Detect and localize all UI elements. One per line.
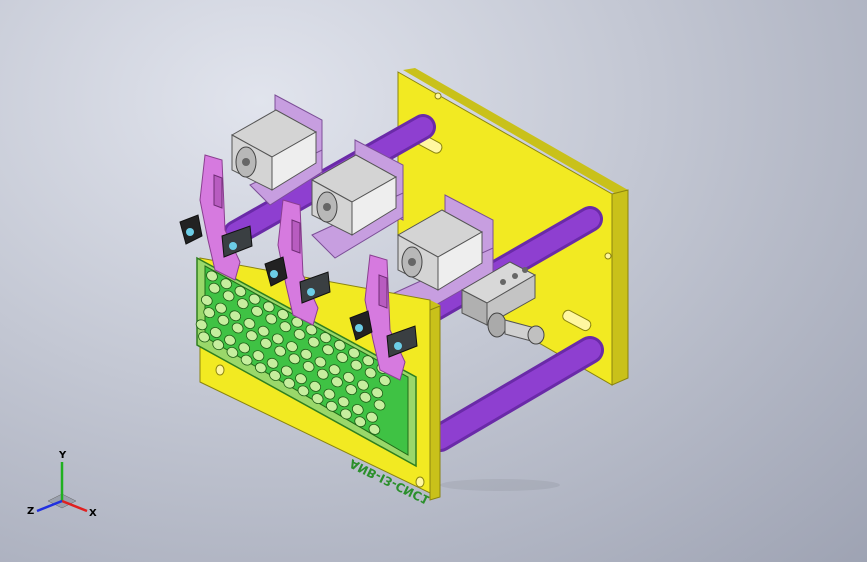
- triad-y-label: Y: [58, 450, 67, 461]
- triad-x-label: X: [89, 508, 97, 519]
- triad-z-label: Z: [27, 506, 34, 517]
- ground-shadow: [440, 479, 560, 491]
- motor-unit-2: [310, 139, 404, 259]
- cad-viewport[interactable]: ANB-I3-CNC1 Y X Z: [0, 0, 867, 562]
- fixture-assembly-model[interactable]: ANB-I3-CNC1: [0, 0, 867, 562]
- coordinate-triad: Y X Z: [27, 450, 97, 519]
